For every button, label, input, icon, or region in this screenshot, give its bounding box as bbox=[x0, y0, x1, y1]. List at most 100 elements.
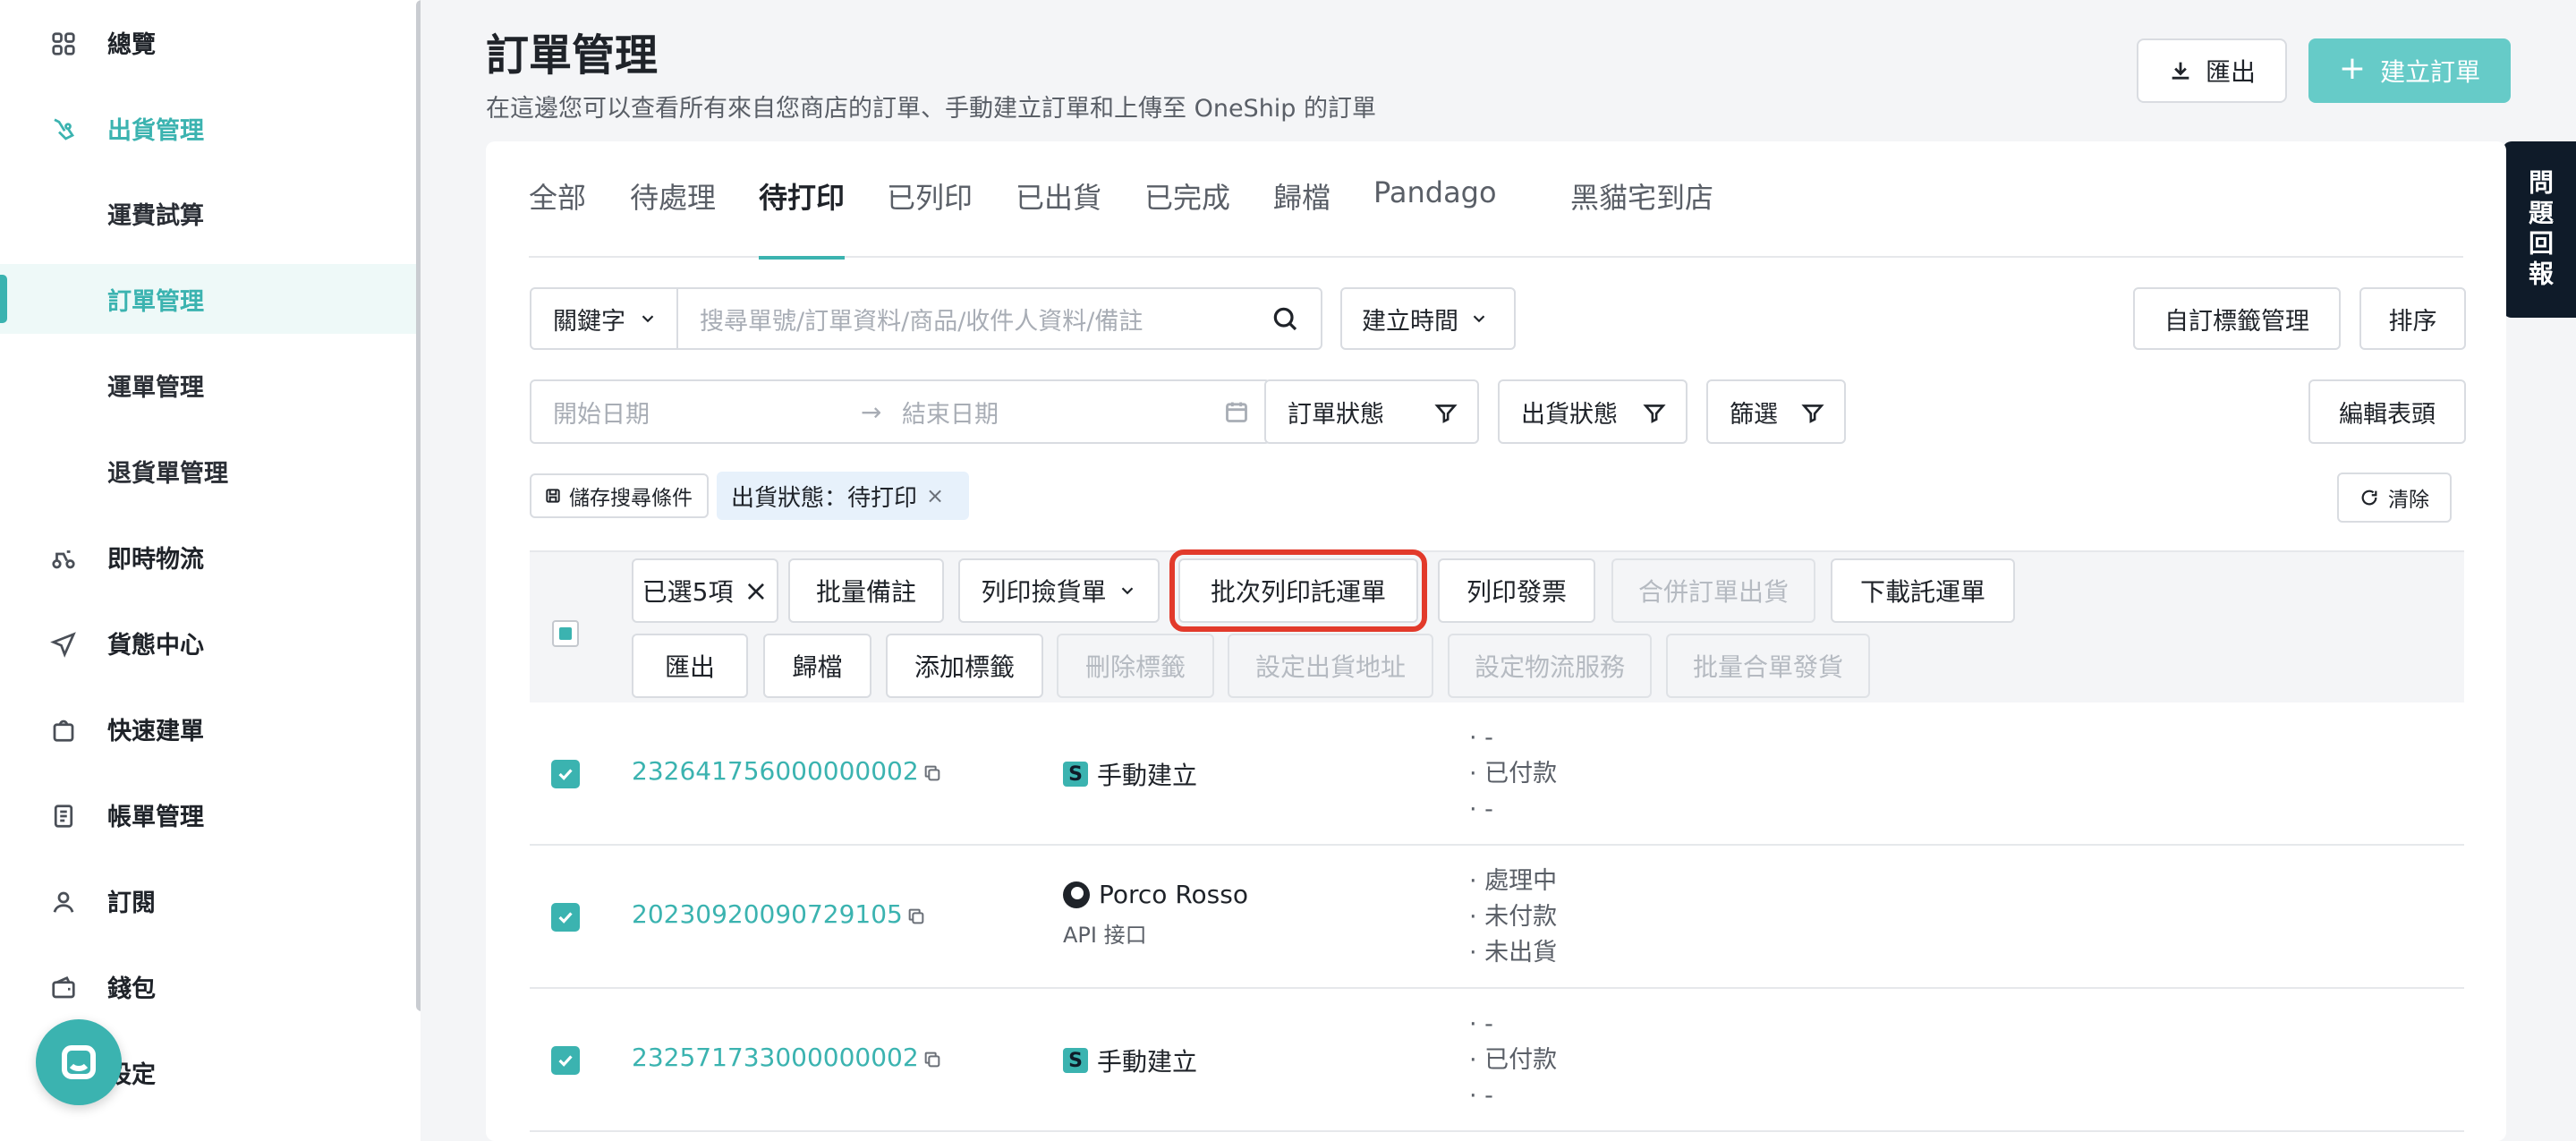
chevron-down-icon bbox=[1473, 315, 1485, 323]
refresh-icon bbox=[2361, 490, 2377, 506]
export-button[interactable]: 匯出 bbox=[2137, 38, 2287, 103]
send-icon bbox=[50, 631, 77, 658]
sidebar: 總覽 出貨管理 運費試算 訂單管理 運單管理 退貨單管理 即時物流 貨態中心 快… bbox=[0, 0, 421, 1141]
bulk-export-button[interactable]: 匯出 bbox=[632, 634, 748, 698]
bulk-action-bar: 已選5項 × 批量備註 列印撿貨單 批次列印託運單 列印發票 合併訂單出貨 下載… bbox=[530, 549, 2464, 702]
tab-shipped[interactable]: 已出貨 bbox=[1016, 175, 1101, 258]
created-time-select[interactable]: 建立時間 bbox=[1340, 287, 1516, 350]
advanced-filter-button[interactable]: 篩選 bbox=[1706, 379, 1846, 444]
order-id-link[interactable]: 232571733000000002 bbox=[632, 1043, 919, 1072]
table-row[interactable]: 232641756000000002 S 手動建立 · - · 已付款 · - bbox=[530, 702, 2464, 846]
tab-to-print[interactable]: 待打印 bbox=[759, 175, 846, 260]
tab-pandago[interactable]: Pandago bbox=[1373, 175, 1497, 258]
sidebar-item-tracking-center[interactable]: 貨態中心 bbox=[0, 608, 416, 677]
sort-button[interactable]: 排序 bbox=[2359, 287, 2466, 350]
tab-pending[interactable]: 待處理 bbox=[630, 175, 716, 258]
chevron-down-icon bbox=[642, 315, 654, 323]
sidebar-item-waybill-management[interactable]: 運單管理 bbox=[0, 350, 416, 420]
bulk-merge-ship-button[interactable]: 批量合單發貨 bbox=[1666, 634, 1870, 698]
payment-status: 已付款 bbox=[1484, 1046, 1558, 1074]
shopline-icon: S bbox=[1063, 1048, 1088, 1073]
grid-icon bbox=[50, 30, 77, 57]
close-icon[interactable]: × bbox=[926, 483, 944, 508]
sidebar-item-shipping[interactable]: 出貨管理 bbox=[0, 93, 416, 163]
set-shipping-address-button[interactable]: 設定出貨地址 bbox=[1228, 634, 1433, 698]
selected-count-button[interactable]: 已選5項 × bbox=[632, 558, 778, 623]
sidebar-item-overview[interactable]: 總覽 bbox=[0, 7, 416, 77]
shipping-status: - bbox=[1484, 796, 1493, 823]
wallet-icon bbox=[50, 975, 77, 1001]
tab-completed[interactable]: 已完成 bbox=[1144, 175, 1230, 258]
merge-orders-button[interactable]: 合併訂單出貨 bbox=[1611, 558, 1815, 623]
shipping-status-filter[interactable]: 出貨狀態 bbox=[1498, 379, 1688, 444]
filter-icon bbox=[1643, 404, 1666, 423]
custom-tag-management-button[interactable]: 自訂標籤管理 bbox=[2133, 287, 2341, 350]
chat-icon bbox=[62, 1045, 96, 1079]
bulk-note-button[interactable]: 批量備註 bbox=[788, 558, 944, 623]
sidebar-item-label: 錢包 bbox=[107, 975, 156, 1003]
bag-icon bbox=[50, 717, 77, 744]
bulk-archive-button[interactable]: 歸檔 bbox=[763, 634, 871, 698]
select-all-checkbox[interactable] bbox=[552, 620, 579, 647]
copy-icon[interactable] bbox=[906, 907, 926, 926]
print-picking-list-button[interactable]: 列印撿貨單 bbox=[958, 558, 1160, 623]
row-checkbox[interactable] bbox=[551, 903, 580, 932]
table-row[interactable]: 20230920090729105 Porco Rosso API 接口 · 處… bbox=[530, 846, 2464, 989]
page-title: 訂單管理 bbox=[486, 30, 659, 81]
active-filter-chip: 出貨狀態：待打印 × bbox=[717, 472, 969, 520]
search-input[interactable]: 搜尋單號/訂單資料/商品/收件人資料/備註 bbox=[676, 287, 1322, 350]
order-status-filter[interactable]: 訂單狀態 bbox=[1264, 379, 1479, 444]
row-checkbox[interactable] bbox=[551, 1046, 580, 1075]
sidebar-item-order-management[interactable]: 訂單管理 bbox=[0, 264, 416, 334]
search-icon[interactable] bbox=[1271, 304, 1299, 333]
bill-icon bbox=[50, 803, 77, 830]
order-source-label: 手動建立 bbox=[1097, 1047, 1198, 1077]
copy-icon[interactable] bbox=[922, 763, 942, 783]
sidebar-item-label: 出貨管理 bbox=[107, 116, 204, 145]
sidebar-item-wallet[interactable]: 錢包 bbox=[0, 951, 416, 1021]
sidebar-item-freight-calc[interactable]: 運費試算 bbox=[0, 178, 416, 248]
sidebar-item-label: 貨態中心 bbox=[107, 631, 204, 660]
arrow-right-icon: → bbox=[861, 396, 882, 427]
print-invoice-button[interactable]: 列印發票 bbox=[1438, 558, 1595, 623]
clear-filters-button[interactable]: 清除 bbox=[2337, 473, 2452, 523]
edit-header-button[interactable]: 編輯表頭 bbox=[2308, 379, 2466, 444]
order-id-link[interactable]: 232641756000000002 bbox=[632, 756, 919, 786]
copy-icon[interactable] bbox=[922, 1050, 942, 1069]
tab-printed[interactable]: 已列印 bbox=[887, 175, 973, 258]
clear-label: 清除 bbox=[2388, 489, 2429, 512]
order-source-label: Porco Rosso bbox=[1099, 880, 1248, 909]
tab-archived[interactable]: 歸檔 bbox=[1273, 175, 1331, 258]
save-search-button[interactable]: 儲存搜尋條件 bbox=[530, 473, 709, 518]
tab-black-cat[interactable]: 黑貓宅到店 bbox=[1570, 175, 1713, 258]
tab-all[interactable]: 全部 bbox=[529, 175, 586, 258]
order-status-list: · - · 已付款 · - bbox=[1469, 724, 1558, 823]
order-source-sub: API 接口 bbox=[1063, 923, 1147, 948]
sidebar-item-quick-create[interactable]: 快速建單 bbox=[0, 694, 416, 763]
order-source: S 手動建立 bbox=[1063, 756, 1197, 792]
print-picking-list-label: 列印撿貨單 bbox=[981, 577, 1107, 607]
add-tag-button[interactable]: 添加標籤 bbox=[886, 634, 1043, 698]
feedback-tab[interactable]: 問題回報 bbox=[2503, 141, 2576, 318]
chat-support-button[interactable] bbox=[36, 1019, 122, 1105]
sidebar-item-billing[interactable]: 帳單管理 bbox=[0, 779, 416, 849]
sidebar-item-realtime-logistics[interactable]: 即時物流 bbox=[0, 522, 416, 592]
date-range-picker[interactable]: 開始日期 → 結束日期 bbox=[530, 379, 1271, 444]
sidebar-item-return-management[interactable]: 退貨單管理 bbox=[0, 436, 416, 506]
row-checkbox[interactable] bbox=[551, 760, 580, 788]
sidebar-item-subscription[interactable]: 訂閱 bbox=[0, 865, 416, 935]
delete-tag-button[interactable]: 刪除標籤 bbox=[1057, 634, 1214, 698]
download-waybill-button[interactable]: 下載託運單 bbox=[1831, 558, 2015, 623]
edit-header-label: 編輯表頭 bbox=[2339, 400, 2436, 429]
create-order-button[interactable]: + 建立訂單 bbox=[2308, 38, 2511, 103]
order-status: - bbox=[1484, 724, 1493, 752]
sidebar-item-label: 退貨單管理 bbox=[107, 459, 228, 488]
end-date-placeholder: 結束日期 bbox=[902, 400, 999, 429]
sidebar-scrollbar[interactable] bbox=[416, 0, 421, 1011]
order-id-link[interactable]: 20230920090729105 bbox=[632, 899, 903, 929]
batch-print-waybill-button[interactable]: 批次列印託運單 bbox=[1169, 549, 1427, 632]
table-row[interactable]: 232571733000000002 S 手動建立 · - · 已付款 · - bbox=[530, 989, 2464, 1132]
keyword-select[interactable]: 關鍵字 bbox=[530, 287, 678, 350]
set-logistics-service-button[interactable]: 設定物流服務 bbox=[1448, 634, 1652, 698]
sidebar-item-label: 帳單管理 bbox=[107, 803, 204, 831]
